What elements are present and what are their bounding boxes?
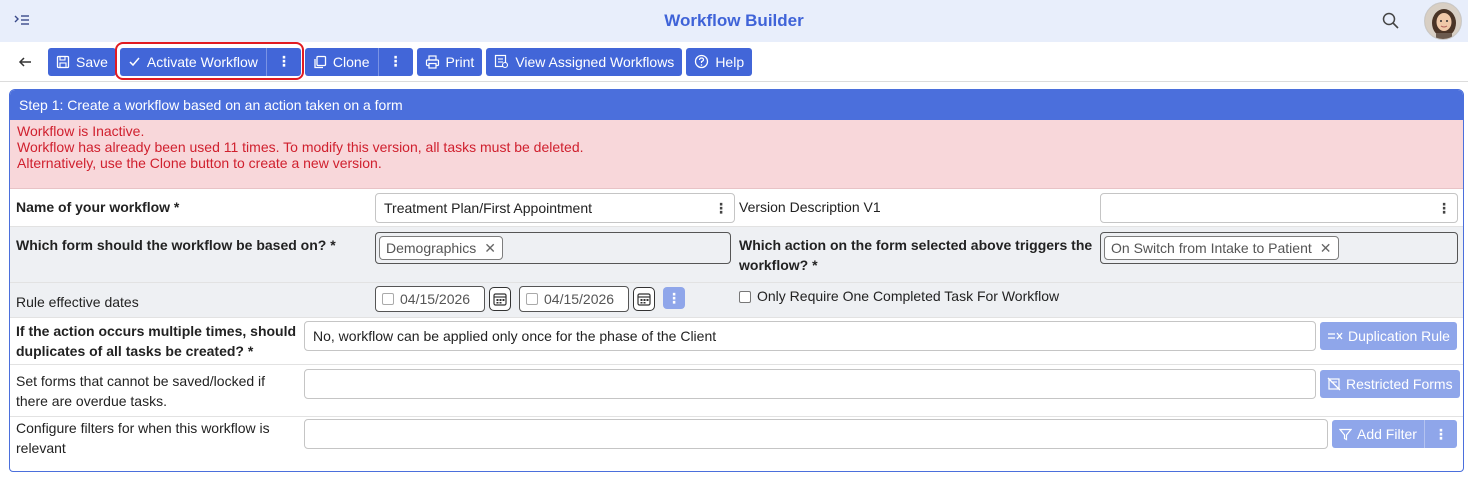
- name-row: Name of your workflow * Treatment Plan/F…: [10, 189, 1463, 227]
- search-icon[interactable]: [1381, 11, 1401, 31]
- end-date-input[interactable]: 04/15/2026: [519, 286, 629, 312]
- calendar-icon[interactable]: [489, 287, 511, 311]
- view-assigned-label: View Assigned Workflows: [515, 53, 675, 70]
- restricted-forms-icon: [1327, 377, 1341, 391]
- workflow-step-panel: Step 1: Create a workflow based on an ac…: [9, 89, 1464, 472]
- duplication-rule-button[interactable]: Duplication Rule: [1320, 322, 1457, 350]
- filter-input[interactable]: [304, 419, 1328, 449]
- view-list-icon: [495, 54, 509, 69]
- start-date-value: 04/15/2026: [400, 291, 471, 307]
- duplication-rule-value: No, workflow can be applied only once fo…: [313, 328, 717, 344]
- print-icon: [425, 54, 439, 69]
- activate-label: Activate Workflow: [146, 53, 258, 70]
- end-date-value: 04/15/2026: [544, 291, 615, 307]
- toolbar: Save Activate Workflow ⋮ Clone ⋮ Print V…: [0, 42, 1468, 82]
- dates-row: Rule effective dates 04/15/2026 04/15/20…: [10, 283, 1463, 318]
- remove-form-chip-icon[interactable]: ✕: [484, 240, 496, 257]
- action-chip-label: On Switch from Intake to Patient: [1111, 240, 1312, 256]
- print-button[interactable]: Print: [416, 47, 483, 76]
- inactive-alert: Workflow is Inactive. Workflow has alrea…: [10, 120, 1463, 189]
- filter-label-line2: relevant: [16, 440, 66, 456]
- remove-action-chip-icon[interactable]: ✕: [1320, 240, 1332, 257]
- duplication-rule-input[interactable]: No, workflow can be applied only once fo…: [304, 321, 1316, 351]
- view-assigned-workflows-button[interactable]: View Assigned Workflows: [486, 47, 683, 76]
- filter-row: Configure filters for when this workflow…: [10, 417, 1463, 461]
- workflow-name-input[interactable]: Treatment Plan/First Appointment ⋮: [375, 193, 735, 223]
- save-icon: [56, 55, 70, 68]
- action-label-line2: workflow? *: [739, 257, 818, 273]
- end-date-checkbox[interactable]: [526, 293, 538, 305]
- version-label: Version Description V1: [739, 199, 881, 215]
- action-chip: On Switch from Intake to Patient ✕: [1104, 236, 1339, 260]
- clone-split-button: Clone ⋮: [304, 47, 413, 76]
- filter-label-line1: Configure filters for when this workflow…: [16, 420, 270, 436]
- version-description-input[interactable]: ⋮: [1100, 193, 1458, 223]
- workflow-name-value: Treatment Plan/First Appointment: [384, 200, 593, 216]
- one-task-checkbox[interactable]: [739, 290, 751, 303]
- avatar[interactable]: [1424, 2, 1462, 40]
- form-select[interactable]: Demographics ✕: [375, 232, 731, 264]
- add-filter-split-button: Add Filter ⋮: [1332, 420, 1457, 448]
- page-title: Workflow Builder: [664, 11, 804, 30]
- add-filter-button[interactable]: Add Filter: [1332, 420, 1424, 448]
- activate-more-button[interactable]: ⋮: [265, 47, 301, 76]
- alert-line: Workflow has already been used 11 times.…: [17, 139, 584, 155]
- name-label: Name of your workflow *: [16, 199, 180, 215]
- alert-line: Alternatively, use the Clone button to c…: [17, 155, 382, 171]
- duplication-row: If the action occurs multiple times, sho…: [10, 318, 1463, 365]
- alert-line: Workflow is Inactive.: [17, 123, 145, 139]
- duplication-icon: [1328, 332, 1343, 340]
- help-icon: [695, 54, 709, 69]
- help-button[interactable]: Help: [686, 47, 753, 76]
- clone-icon: [314, 55, 327, 68]
- menu-collapse-icon[interactable]: [12, 11, 32, 31]
- clone-label: Clone: [332, 53, 370, 70]
- save-label: Save: [76, 53, 108, 70]
- app-header: Workflow Builder: [0, 0, 1468, 42]
- restricted-forms-button[interactable]: Restricted Forms: [1320, 370, 1460, 398]
- start-date-input[interactable]: 04/15/2026: [375, 286, 485, 312]
- calendar-icon[interactable]: [633, 287, 655, 311]
- action-select[interactable]: On Switch from Intake to Patient ✕: [1100, 232, 1458, 264]
- clone-more-button[interactable]: ⋮: [377, 47, 413, 76]
- duplication-rule-label: Duplication Rule: [1348, 328, 1450, 344]
- restrict-label-line2: there are overdue tasks.: [16, 393, 167, 409]
- action-label-line1: Which action on the form selected above …: [739, 237, 1093, 253]
- form-chip: Demographics ✕: [379, 236, 503, 260]
- activate-split-button: Activate Workflow ⋮: [119, 47, 301, 76]
- print-label: Print: [445, 53, 475, 70]
- dup-label-line2: duplicates of all tasks be created? *: [16, 343, 254, 359]
- panel-title: Step 1: Create a workflow based on an ac…: [10, 90, 1463, 120]
- form-label: Which form should the workflow be based …: [16, 237, 336, 253]
- restrict-label-line1: Set forms that cannot be saved/locked if: [16, 373, 266, 389]
- check-icon: [129, 57, 140, 67]
- back-arrow-icon[interactable]: [14, 51, 36, 73]
- dates-more-button[interactable]: ⋮: [663, 287, 685, 309]
- one-task-label: Only Require One Completed Task For Work…: [757, 288, 1060, 304]
- dates-label: Rule effective dates: [16, 294, 139, 310]
- restricted-forms-input[interactable]: [304, 369, 1316, 399]
- add-filter-more-button[interactable]: ⋮: [1423, 420, 1457, 448]
- activate-workflow-button[interactable]: Activate Workflow: [119, 47, 266, 76]
- version-options-icon[interactable]: ⋮: [1437, 200, 1451, 217]
- start-date-checkbox[interactable]: [382, 293, 394, 305]
- one-task-option[interactable]: Only Require One Completed Task For Work…: [739, 287, 1059, 306]
- add-filter-label: Add Filter: [1357, 426, 1417, 442]
- clone-button[interactable]: Clone: [304, 47, 378, 76]
- form-row: Which form should the workflow be based …: [10, 227, 1463, 283]
- form-chip-label: Demographics: [386, 240, 477, 256]
- dup-label-line1: If the action occurs multiple times, sho…: [16, 323, 297, 339]
- filter-icon: [1339, 428, 1352, 440]
- save-button[interactable]: Save: [48, 47, 116, 76]
- name-options-icon[interactable]: ⋮: [714, 200, 728, 217]
- restricted-forms-label: Restricted Forms: [1346, 376, 1453, 392]
- help-label: Help: [715, 53, 745, 70]
- restricted-forms-row: Set forms that cannot be saved/locked if…: [10, 365, 1463, 417]
